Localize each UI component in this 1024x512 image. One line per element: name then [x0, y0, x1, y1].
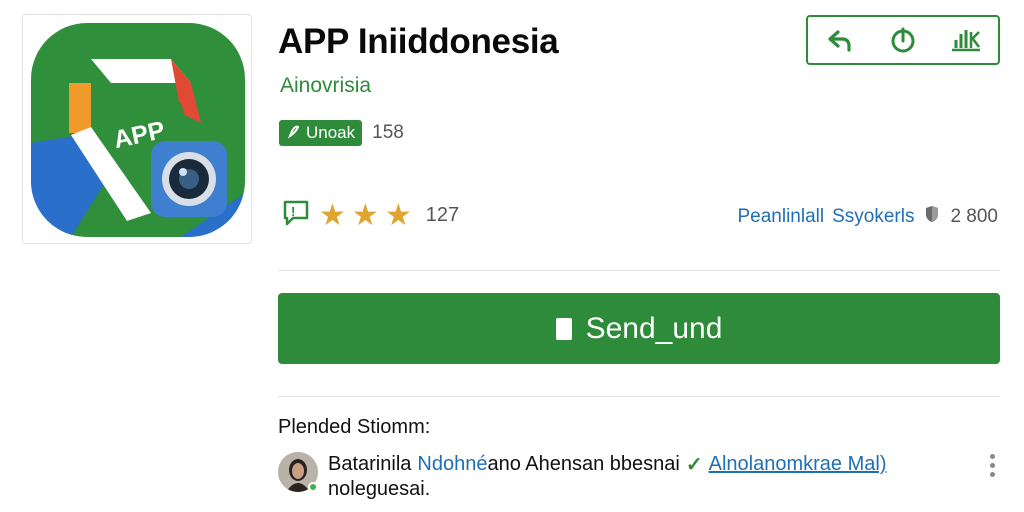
- stats-button[interactable]: [946, 20, 986, 60]
- star-icon: ★: [384, 198, 412, 232]
- comment-highlight[interactable]: Ndohné: [417, 453, 487, 476]
- comment-body: ano Ahensan bbesnai: [487, 453, 680, 475]
- comment-link[interactable]: Alnolanomkrae Mal): [709, 453, 887, 476]
- review-icon: !: [279, 196, 313, 235]
- download-count: 2 800: [950, 206, 998, 227]
- divider: [278, 396, 1000, 397]
- check-icon: ✓: [685, 454, 703, 476]
- comment-text-continued: noleguesai.: [328, 478, 431, 500]
- meta-info: Peanlinlall Ssyokerls 2 800: [737, 204, 998, 230]
- developer-name[interactable]: Ainovrisia: [280, 74, 371, 98]
- keywords-link[interactable]: Ssyokerls: [832, 206, 914, 228]
- badge-label: Unoak: [306, 123, 356, 142]
- reply-icon: [828, 30, 851, 52]
- shield-icon: [922, 204, 942, 230]
- app-logo-icon: APP: [31, 23, 245, 237]
- badge-count: 158: [372, 122, 404, 143]
- send-button[interactable]: Send_und: [278, 293, 1000, 364]
- app-title: APP Iniiddonesia: [278, 22, 559, 61]
- comment-author[interactable]: Batarinila: [328, 453, 411, 476]
- document-icon: [555, 317, 572, 340]
- star-icon: ★: [351, 198, 379, 232]
- more-options-icon[interactable]: [984, 452, 1000, 478]
- divider: [278, 270, 1000, 271]
- comment-text-line: Batarinila Ndohné ano Ahensan bbesnai ✓ …: [328, 452, 886, 477]
- star-icon: ★: [319, 198, 346, 232]
- rating-count: 127: [425, 204, 460, 226]
- send-button-label: Send_und: [585, 311, 723, 345]
- chart-icon: [952, 30, 981, 52]
- timer-icon: [891, 27, 915, 53]
- action-button-group: [806, 15, 1000, 65]
- reply-button[interactable]: [820, 20, 860, 60]
- badge-row: Unoak 158: [279, 120, 404, 146]
- status-badge: Unoak: [279, 120, 363, 146]
- section-title: Plended Stiomm:: [278, 416, 431, 438]
- timer-button[interactable]: [883, 20, 923, 60]
- online-status-indicator: [308, 482, 318, 492]
- svg-text:!: !: [291, 204, 295, 219]
- app-icon-card: APP: [22, 14, 252, 244]
- category-link[interactable]: Peanlinlall: [737, 206, 824, 228]
- comment-item: Batarinila Ndohné ano Ahensan bbesnai ✓ …: [278, 452, 1000, 500]
- rating-row: ! ★ ★ ★ 127: [279, 196, 459, 235]
- badge-icon: [286, 123, 302, 144]
